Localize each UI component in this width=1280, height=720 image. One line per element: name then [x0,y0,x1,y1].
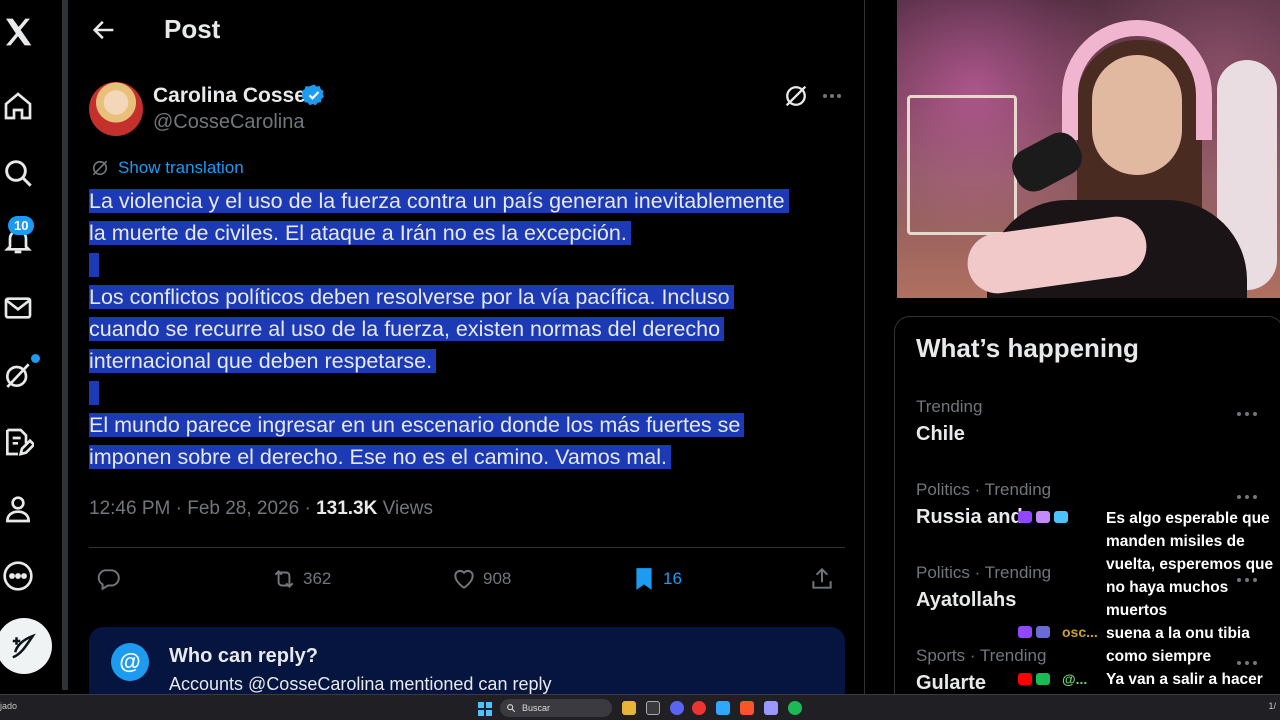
tweet-paragraph: La violencia y el uso de la fuerza contr… [89,185,849,249]
repost-button[interactable]: 362 [271,566,331,592]
like-count: 908 [483,569,512,588]
tweet-line: la muerte de civiles. El ataque a Irán n… [89,221,631,245]
more-nav-icon[interactable] [0,558,36,594]
chrome-icon[interactable] [692,701,706,715]
trend-item[interactable]: Trending Chile [916,397,1256,446]
trend-name: Chile [916,423,965,445]
emote-icon [1036,626,1050,638]
taskbar-right-text: 1/ [1268,701,1276,711]
tweet-line: cuando se recurre al uso de la fuerza, e… [89,317,725,341]
webcam-overlay [897,0,1280,298]
drafts-icon[interactable] [0,424,36,460]
views-count: 131.3K [316,498,378,519]
windows-start-icon[interactable] [478,702,492,716]
divider [89,547,845,548]
compose-button[interactable] [0,618,52,674]
page-title: Post [164,14,221,44]
whats-happening-title: What’s happening [916,333,1139,363]
tweet-text: La violencia y el uso de la fuerza contr… [89,185,849,473]
tweet-paragraph: Los conflictos políticos deben resolvers… [89,281,849,377]
repost-icon [274,570,294,588]
author-name[interactable]: Carolina Cosse [153,84,306,108]
taskbar-search[interactable]: Buscar [500,699,612,717]
like-button[interactable]: 908 [451,566,511,592]
tweet-line: La violencia y el uso de la fuerza contr… [89,189,789,213]
chat-username: osc... [1062,624,1098,640]
post-timestamp[interactable]: 12:46 PM · Feb 28, 2026 · [89,498,316,519]
avatar[interactable] [89,82,143,136]
chat-emotes [1018,626,1050,638]
chat-overlay: Es algo esperable que manden misiles de … [1106,507,1276,714]
brave-icon[interactable] [740,701,754,715]
taskbar-search-placeholder: Buscar [522,703,551,713]
reply-button[interactable] [95,566,121,592]
twitch-emote-icon [1018,511,1032,523]
post-meta: 12:46 PM · Feb 28, 2026 · 131.3K Views [89,498,433,520]
bookmark-count: 16 [663,569,682,588]
emote-icon [1054,511,1068,523]
chat-emotes [1018,673,1050,685]
tweet-line: internacional que deben respetarse. [89,349,437,373]
twitch-emote-icon [1018,626,1032,638]
reply-box-subtitle: Accounts @CosseCarolina mentioned can re… [169,674,552,694]
emote-icon [1036,673,1050,685]
windows-taskbar: jado Buscar 1/ [0,694,1280,720]
bookmark-icon [636,568,652,590]
spotify-icon[interactable] [788,701,802,715]
at-icon: @ [111,643,149,681]
grok-nav-icon[interactable] [0,357,36,393]
webcam-shelf [907,95,1017,235]
trend-more-icon[interactable] [1235,407,1259,421]
messages-icon[interactable] [0,290,36,326]
share-button[interactable] [809,566,835,592]
reply-box-title: Who can reply? [169,645,318,667]
show-translation-link[interactable]: Show translation [90,158,244,178]
trend-context: Politics · Trending [916,480,1052,499]
notification-badge: 10 [8,216,35,235]
tweet-line: Los conflictos políticos deben resolvers… [89,285,734,309]
premiere-icon[interactable] [764,701,778,715]
tweet-line: El mundo parece ingresar en un escenario… [89,413,745,437]
discord-icon[interactable] [670,701,684,715]
main-column: Post Carolina Cosse @CosseCarolina Show … [68,0,865,720]
verified-badge-icon [301,83,326,107]
explore-icon[interactable] [0,155,36,191]
taskbar-left-text: jado [0,701,18,711]
youtube-emote-icon [1018,673,1032,685]
terminal-icon[interactable] [646,701,660,715]
author-handle[interactable]: @CosseCarolina [153,111,304,134]
trend-more-icon[interactable] [1235,490,1259,504]
grok-dot [31,354,40,363]
chat-emotes [1018,511,1068,523]
search-icon [507,704,516,713]
grok-translate-icon [92,160,108,176]
home-icon[interactable] [0,88,36,124]
post-actions: 362 908 16 [89,560,845,600]
bookmark-button[interactable]: 16 [631,566,682,592]
webcam-bottom-bar [897,298,1280,316]
tweet-line: imponen sobre el derecho. Ese no es el c… [89,445,672,469]
grok-explain-icon[interactable] [782,82,810,110]
more-options-icon[interactable] [820,84,844,108]
tweet-paragraph: El mundo parece ingresar en un escenario… [89,409,849,473]
heart-icon [454,569,474,589]
chat-username: @... [1062,671,1088,687]
file-explorer-icon[interactable] [622,701,636,715]
star-emote-icon [1036,511,1050,523]
reply-icon [97,569,120,591]
trend-context: Trending [916,397,983,416]
chat-message: Es algo esperable que manden misiles de … [1106,510,1274,619]
profile-icon[interactable] [0,491,36,527]
share-icon [812,567,832,589]
views-label: Views [377,498,433,519]
show-translation-label: Show translation [118,158,244,177]
left-nav: 10 [0,0,62,720]
x-logo-icon[interactable] [0,14,36,50]
repost-count: 362 [303,569,332,588]
chat-message: suena a la onu tibia como siempre [1106,625,1250,665]
photoshop-icon[interactable] [716,701,730,715]
back-arrow-icon[interactable] [90,16,118,44]
